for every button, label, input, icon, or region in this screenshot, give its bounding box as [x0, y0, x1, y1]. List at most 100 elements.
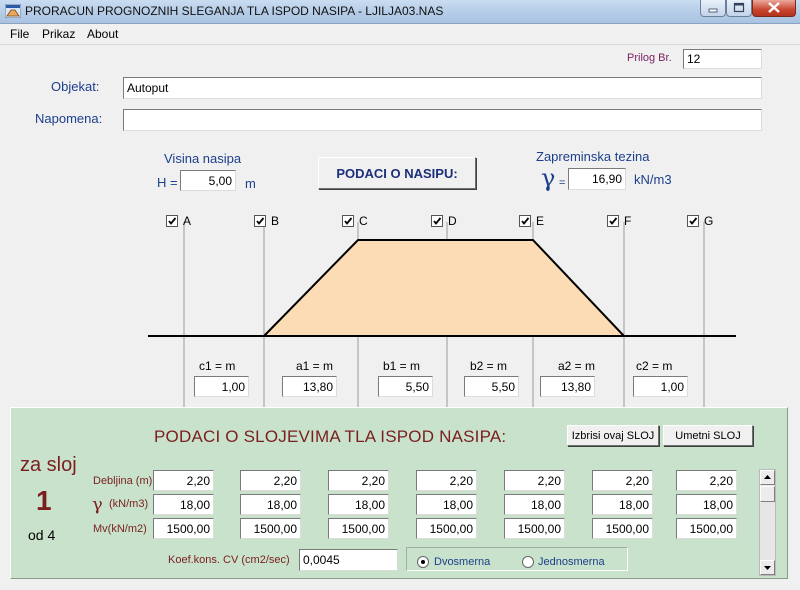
- minimize-button[interactable]: [700, 0, 726, 17]
- checkmark-icon: [609, 217, 618, 225]
- checkmark-icon: [168, 217, 177, 225]
- gamma-input-1[interactable]: [240, 494, 301, 515]
- checkbox-label-c: C: [359, 214, 368, 228]
- layer-count-label: od 4: [28, 527, 56, 543]
- checkbox-b[interactable]: [254, 215, 266, 227]
- objekat-input[interactable]: [123, 77, 762, 99]
- segment-input-1[interactable]: [282, 376, 337, 397]
- gamma-input[interactable]: [568, 168, 626, 190]
- gamma-input-4[interactable]: [504, 494, 565, 515]
- gamma-unit: kN/m3: [634, 172, 672, 187]
- segment-label-2: b1 = m: [383, 359, 421, 373]
- close-icon: [768, 2, 780, 13]
- menu-file[interactable]: File: [10, 27, 29, 41]
- segment-label-1: a1 = m: [296, 359, 334, 373]
- segment-input-5[interactable]: [633, 376, 688, 397]
- gamma-input-5[interactable]: [592, 494, 653, 515]
- h-unit: m: [245, 176, 256, 191]
- gamma-symbol: γ: [541, 164, 556, 192]
- mv-input-6[interactable]: [676, 518, 737, 539]
- debljina-input-1[interactable]: [240, 470, 301, 491]
- napomena-input[interactable]: [123, 109, 762, 131]
- gamma-input-6[interactable]: [676, 494, 737, 515]
- segment-label-3: b2 = m: [470, 359, 508, 373]
- checkbox-label-f: F: [624, 214, 632, 228]
- checkbox-label-g: G: [704, 214, 714, 228]
- maximize-icon: [733, 2, 745, 13]
- mv-input-3[interactable]: [416, 518, 477, 539]
- podaci-o-nasipu-button[interactable]: PODACI O NASIPU:: [318, 157, 476, 189]
- layer-scrollbar[interactable]: [759, 469, 776, 576]
- radio-jednosmerna-label: Jednosmerna: [538, 556, 605, 568]
- checkmark-icon: [344, 217, 353, 225]
- mv-input-4[interactable]: [504, 518, 565, 539]
- checkbox-e[interactable]: [519, 215, 531, 227]
- gamma-input-0[interactable]: [153, 494, 214, 515]
- current-layer-number: 1: [36, 485, 52, 516]
- checkbox-a[interactable]: [166, 215, 178, 227]
- checkbox-label-b: B: [271, 214, 280, 228]
- scroll-thumb[interactable]: [760, 486, 775, 502]
- gamma-input-3[interactable]: [416, 494, 477, 515]
- menu-prikaz[interactable]: Prikaz: [42, 27, 75, 41]
- checkbox-f[interactable]: [607, 215, 619, 227]
- checkbox-label-d: D: [448, 214, 457, 228]
- prilog-input[interactable]: [683, 49, 762, 69]
- arrow-up-icon: [764, 475, 771, 479]
- debljina-input-4[interactable]: [504, 470, 565, 491]
- checkmark-icon: [256, 217, 265, 225]
- gamma-input-2[interactable]: [328, 494, 389, 515]
- mv-input-2[interactable]: [328, 518, 389, 539]
- menu-bar: [0, 24, 800, 45]
- checkbox-label-e: E: [536, 214, 545, 228]
- arrow-down-icon: [764, 566, 771, 570]
- objekat-label: Objekat:: [51, 79, 100, 94]
- h-input[interactable]: [180, 170, 236, 191]
- checkmark-icon: [689, 217, 698, 225]
- debljina-input-0[interactable]: [153, 470, 214, 491]
- radio-jednosmerna[interactable]: [522, 556, 534, 568]
- layer-gamma-symbol: γ: [92, 494, 103, 515]
- debljina-label: Debljina (m): [93, 475, 153, 487]
- insert-layer-button[interactable]: Umetni SLOJ: [663, 425, 753, 446]
- minimize-icon: [708, 8, 718, 13]
- scroll-up-button[interactable]: [760, 470, 775, 485]
- debljina-input-5[interactable]: [592, 470, 653, 491]
- checkbox-label-a: A: [183, 214, 192, 228]
- debljina-input-6[interactable]: [676, 470, 737, 491]
- menu-about[interactable]: About: [87, 27, 118, 41]
- zapreminska-label: Zapreminska tezina: [536, 149, 650, 164]
- radio-dvosmerna-label: Dvosmerna: [434, 556, 491, 568]
- mv-input-0[interactable]: [153, 518, 214, 539]
- mv-label: Mv(kN/m2): [93, 523, 147, 535]
- segment-input-4[interactable]: [540, 376, 595, 397]
- cv-label: Koef.kons. CV (cm2/sec): [168, 554, 290, 566]
- mv-input-5[interactable]: [592, 518, 653, 539]
- embankment-shape: [261, 239, 627, 337]
- scroll-down-button[interactable]: [760, 560, 775, 575]
- delete-layer-button[interactable]: Izbrisi ovaj SLOJ: [567, 425, 659, 446]
- debljina-input-2[interactable]: [328, 470, 389, 491]
- layer-gamma-unit: (kN/m3): [109, 498, 149, 510]
- segment-input-2[interactable]: [378, 376, 433, 397]
- checkbox-d[interactable]: [431, 215, 443, 227]
- checkmark-icon: [433, 217, 442, 225]
- segment-input-3[interactable]: [464, 376, 519, 397]
- segment-input-0[interactable]: [194, 376, 249, 397]
- debljina-input-3[interactable]: [416, 470, 477, 491]
- h-label: H =: [157, 175, 178, 190]
- za-sloj-label: za sloj: [20, 454, 77, 476]
- segment-label-4: a2 = m: [558, 359, 596, 373]
- segment-label-0: c1 = m: [199, 359, 236, 373]
- maximize-button[interactable]: [726, 0, 752, 17]
- checkbox-c[interactable]: [342, 215, 354, 227]
- radio-dvosmerna[interactable]: [417, 556, 429, 568]
- status-bar: [0, 579, 800, 590]
- napomena-label: Napomena:: [35, 111, 103, 126]
- gamma-eq: =: [559, 177, 566, 189]
- checkbox-g[interactable]: [687, 215, 699, 227]
- prilog-label: Prilog Br.: [627, 52, 672, 64]
- close-button[interactable]: [752, 0, 796, 17]
- cv-input[interactable]: [299, 549, 398, 571]
- mv-input-1[interactable]: [240, 518, 301, 539]
